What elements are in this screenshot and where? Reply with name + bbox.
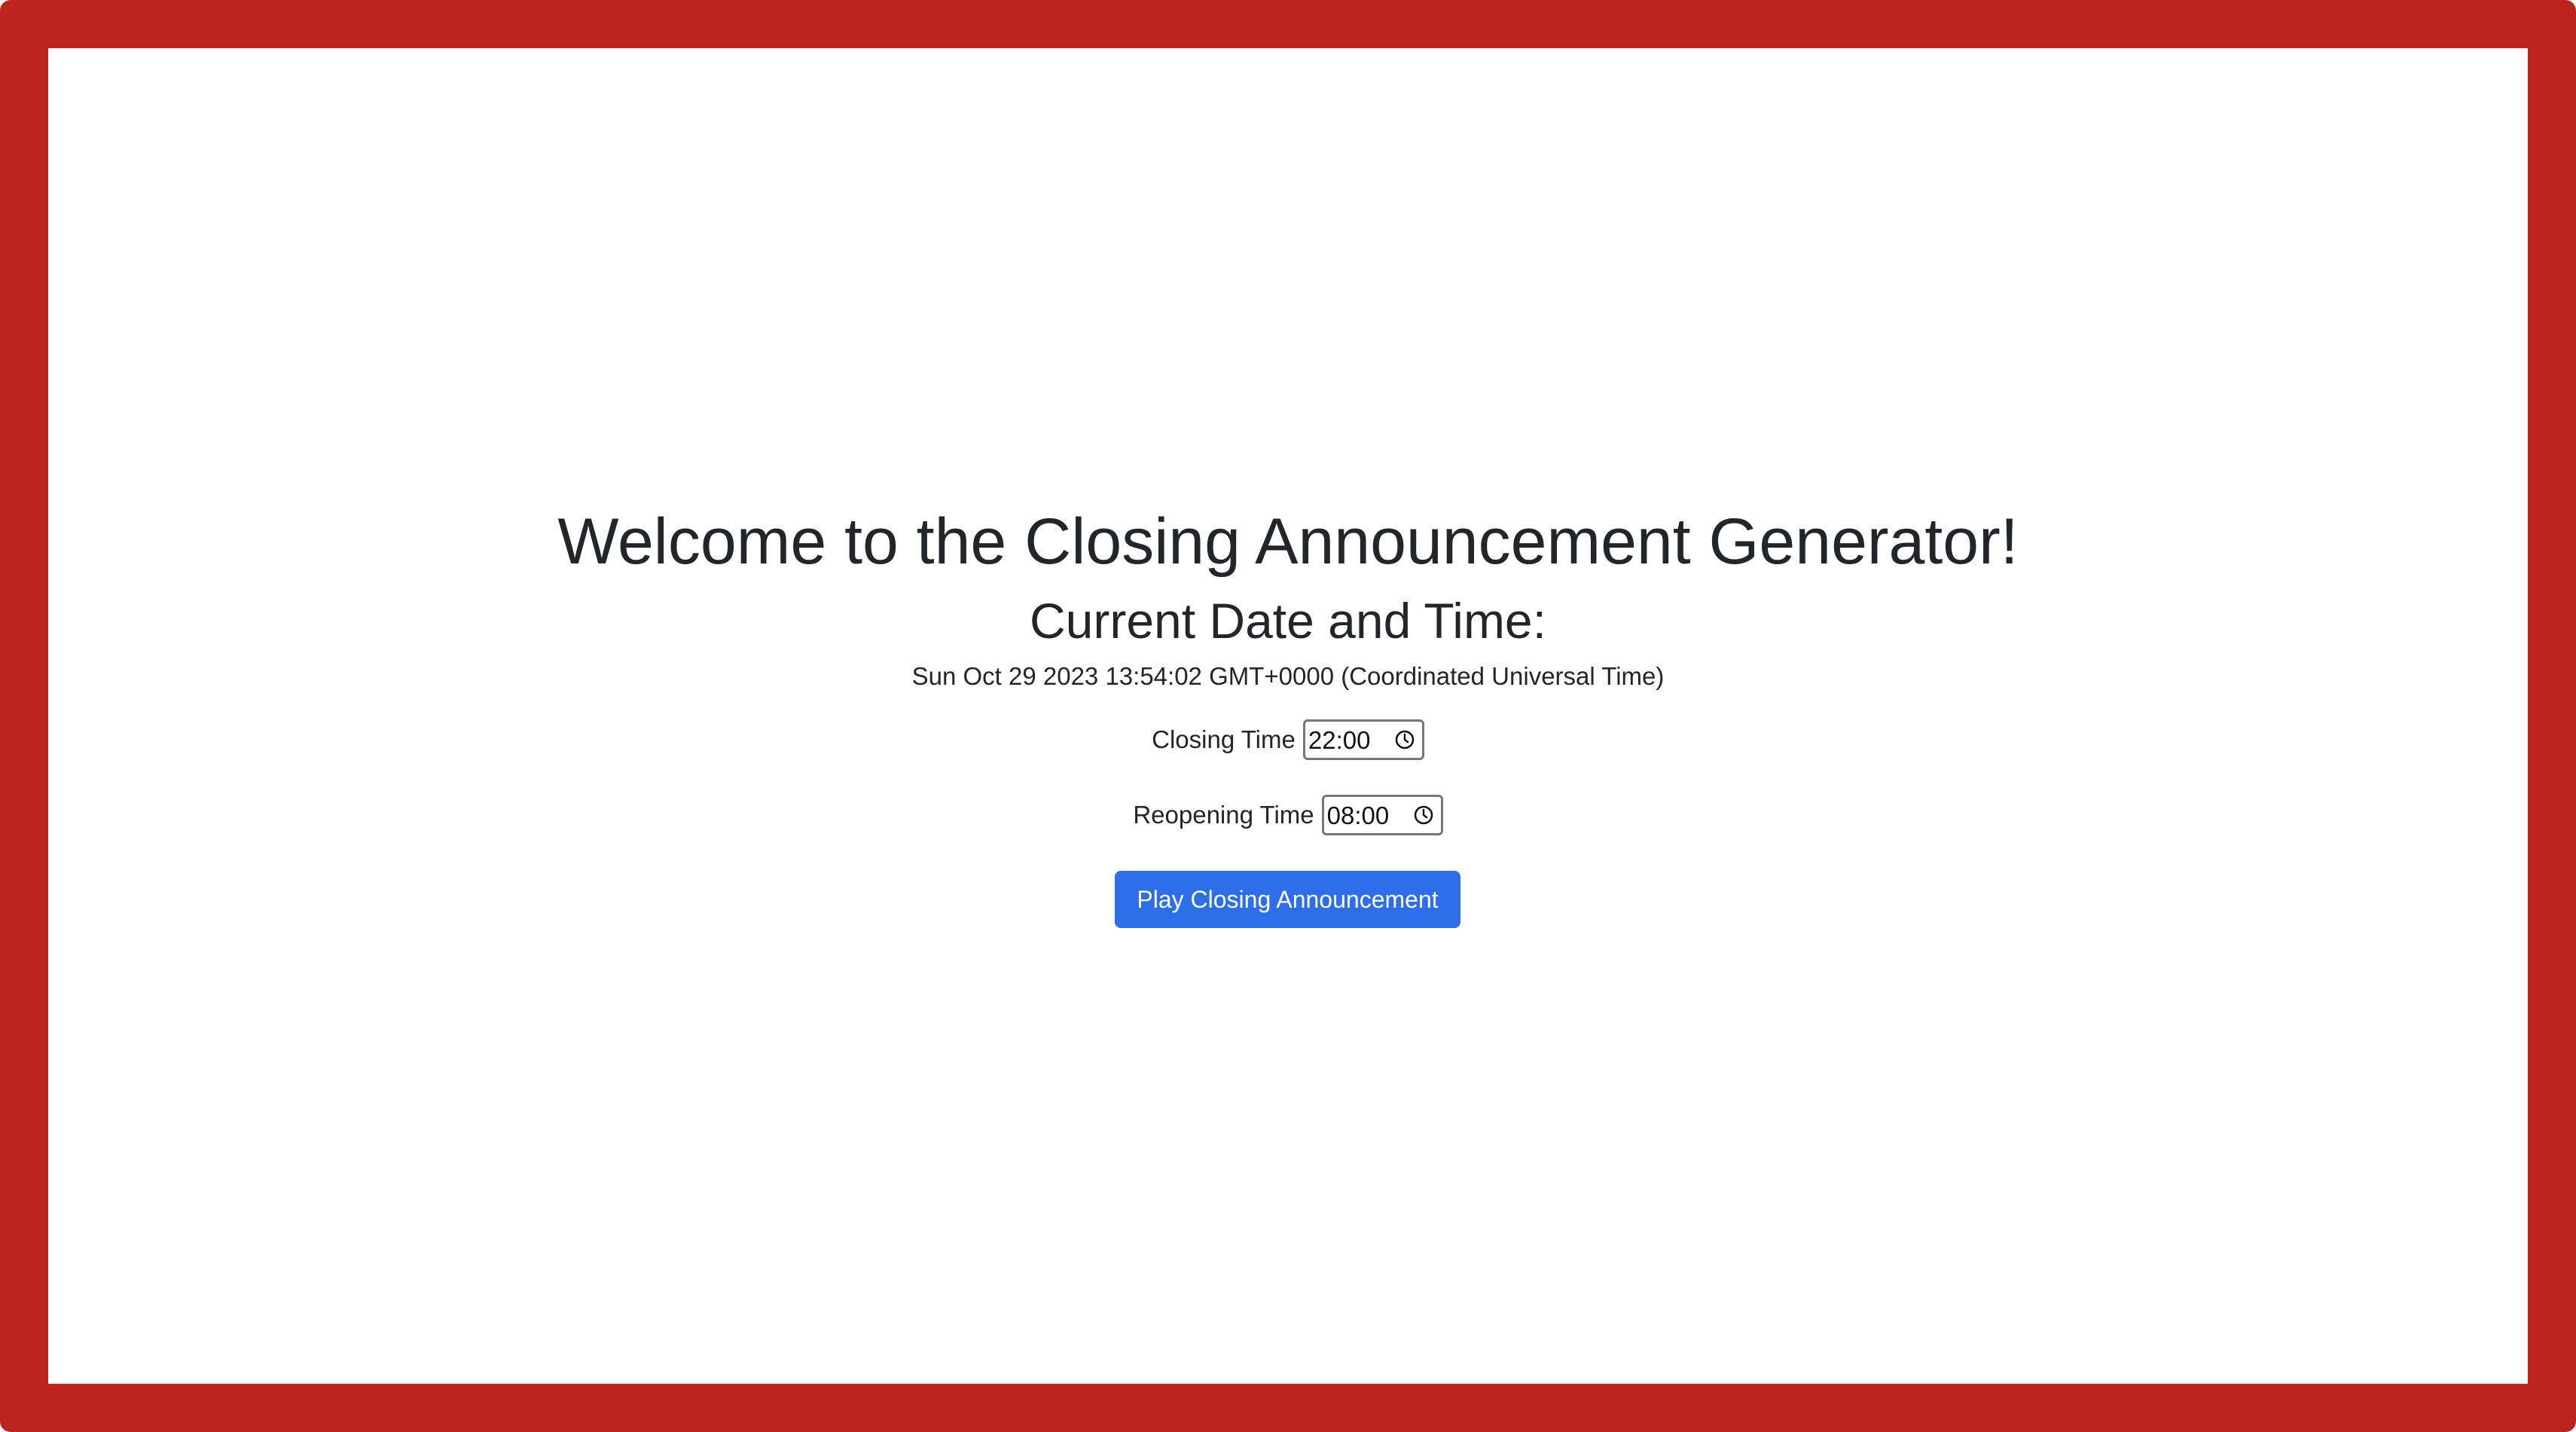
announcement-generator: Welcome to the Closing Announcement Gene… <box>48 48 2528 1384</box>
reopening-time-value: 08:00 <box>1326 801 1390 829</box>
reopening-time-row: Reopening Time 08:00 <box>48 795 2528 835</box>
page-content-area: Welcome to the Closing Announcement Gene… <box>48 48 2528 1384</box>
clock-icon[interactable] <box>1412 804 1435 826</box>
closing-time-label: Closing Time <box>1152 725 1296 754</box>
closing-time-value: 22:00 <box>1308 725 1371 754</box>
page-title: Welcome to the Closing Announcement Gene… <box>557 505 2019 578</box>
window-frame: Welcome to the Closing Announcement Gene… <box>0 0 2576 1432</box>
closing-time-row: Closing Time 22:00 <box>48 719 2528 760</box>
reopening-time-input[interactable]: 08:00 <box>1321 795 1443 835</box>
clock-icon[interactable] <box>1393 728 1416 751</box>
reopening-time-label: Reopening Time <box>1133 801 1314 829</box>
play-announcement-button[interactable]: Play Closing Announcement <box>1115 871 1460 928</box>
current-datetime-heading: Current Date and Time: <box>1030 593 1546 649</box>
closing-time-input[interactable]: 22:00 <box>1302 719 1424 760</box>
current-datetime-value: Sun Oct 29 2023 13:54:02 GMT+0000 (Coord… <box>911 662 1665 690</box>
